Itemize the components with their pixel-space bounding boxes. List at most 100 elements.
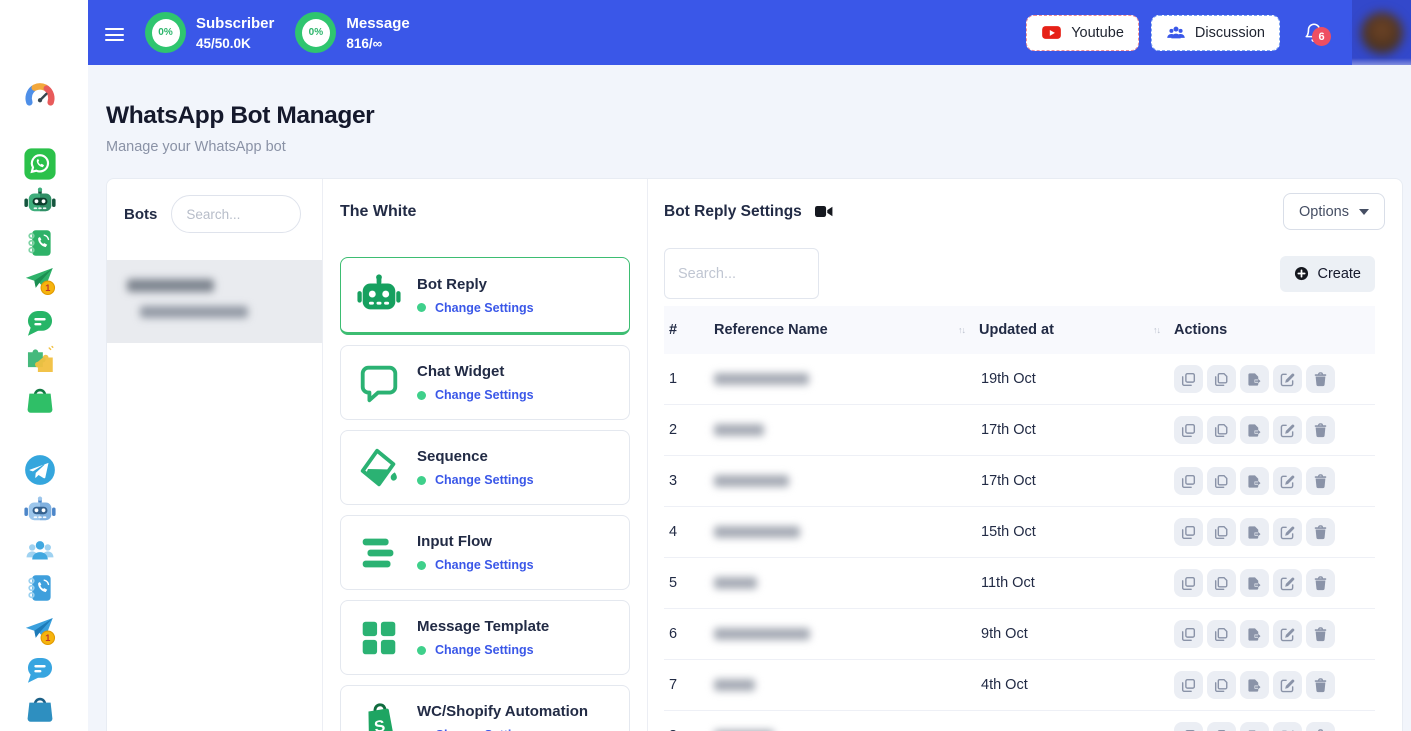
bot-list-item-selected[interactable] [107, 260, 322, 343]
change-settings-link[interactable]: Change Settings [435, 643, 534, 657]
export-icon [1247, 525, 1262, 540]
subscriber-value: 45/50.0K [196, 36, 274, 51]
video-camera-icon[interactable] [815, 204, 834, 219]
duplicate-button[interactable] [1207, 518, 1236, 546]
export-button[interactable] [1240, 467, 1269, 495]
edit-button[interactable] [1273, 467, 1302, 495]
setting-card-input-flow[interactable]: Input Flow Change Settings [340, 515, 630, 590]
export-button[interactable] [1240, 518, 1269, 546]
duplicate-button[interactable] [1207, 722, 1236, 731]
row-number: 6 [669, 626, 714, 642]
edit-button[interactable] [1273, 569, 1302, 597]
duplicate-icon [1214, 372, 1229, 387]
setting-card-sequence[interactable]: Sequence Change Settings [340, 430, 630, 505]
edit-button[interactable] [1273, 416, 1302, 444]
whatsapp-broadcast-icon[interactable]: 1 [23, 263, 57, 297]
plus-circle-icon [1294, 266, 1309, 281]
whatsapp-chat-icon[interactable] [23, 306, 57, 340]
copy-button[interactable] [1174, 620, 1203, 648]
sort-icon: ↑↓ [958, 325, 965, 335]
export-button[interactable] [1240, 671, 1269, 699]
message-stat: 0% Message 816/∞ [295, 12, 409, 53]
message-label: Message [346, 15, 409, 32]
copy-button[interactable] [1174, 467, 1203, 495]
setting-card-message-template[interactable]: Message Template Change Settings [340, 600, 630, 675]
options-button[interactable]: Options [1283, 193, 1385, 230]
export-button[interactable] [1240, 569, 1269, 597]
col-actions: Actions [1174, 322, 1375, 338]
updated-at: 17th Oct [979, 473, 1174, 489]
setting-card-shopify[interactable]: S WC/Shopify Automation Change Settings [340, 685, 630, 731]
telegram-bot-icon[interactable] [23, 494, 57, 528]
delete-button[interactable] [1306, 518, 1335, 546]
copy-button[interactable] [1174, 671, 1203, 699]
col-reference-name[interactable]: Reference Name↑↓ [714, 322, 979, 338]
copy-button[interactable] [1174, 518, 1203, 546]
change-settings-link[interactable]: Change Settings [435, 301, 534, 315]
edit-button[interactable] [1273, 671, 1302, 699]
duplicate-button[interactable] [1207, 671, 1236, 699]
whatsapp-bot-icon[interactable] [23, 185, 57, 219]
export-button[interactable] [1240, 416, 1269, 444]
copy-button[interactable] [1174, 365, 1203, 393]
whatsapp-contacts-icon[interactable] [23, 226, 57, 260]
copy-button[interactable] [1174, 416, 1203, 444]
youtube-button[interactable]: Youtube [1026, 15, 1139, 51]
discussion-button[interactable]: Discussion [1151, 15, 1280, 51]
reference-name-redacted [714, 475, 789, 487]
telegram-groups-icon[interactable] [23, 534, 57, 568]
delete-button[interactable] [1306, 569, 1335, 597]
col-updated-at[interactable]: Updated at↑↓ [979, 322, 1174, 338]
duplicate-button[interactable] [1207, 620, 1236, 648]
setting-card-bot-reply[interactable]: Bot Reply Change Settings [340, 257, 630, 335]
edit-button[interactable] [1273, 722, 1302, 731]
reply-search-input[interactable] [664, 248, 819, 299]
updated-at: 19th Oct [979, 371, 1174, 387]
edit-button[interactable] [1273, 518, 1302, 546]
message-value: 816/∞ [346, 36, 409, 51]
export-icon [1247, 576, 1262, 591]
change-settings-link[interactable]: Change Settings [435, 473, 534, 487]
telegram-broadcast-icon[interactable]: 1 [23, 613, 57, 647]
edit-button[interactable] [1273, 620, 1302, 648]
duplicate-button[interactable] [1207, 365, 1236, 393]
copy-button[interactable] [1174, 722, 1203, 731]
change-settings-link[interactable]: Change Settings [435, 388, 534, 402]
duplicate-button[interactable] [1207, 467, 1236, 495]
integrations-icon[interactable] [23, 343, 57, 377]
delete-button[interactable] [1306, 620, 1335, 648]
telegram-icon[interactable] [23, 453, 57, 487]
telegram-chat-icon[interactable] [23, 653, 57, 687]
edit-button[interactable] [1273, 365, 1302, 393]
whatsapp-store-icon[interactable] [23, 383, 57, 417]
bots-search-input[interactable] [171, 195, 301, 233]
delete-button[interactable] [1306, 671, 1335, 699]
duplicate-button[interactable] [1207, 569, 1236, 597]
delete-button[interactable] [1306, 722, 1335, 731]
copy-button[interactable] [1174, 569, 1203, 597]
menu-toggle-icon[interactable] [105, 25, 124, 45]
table-header-row: # Reference Name↑↓ Updated at↑↓ Actions [664, 306, 1375, 354]
dashboard-gauge-icon[interactable] [23, 79, 57, 113]
telegram-contacts-icon[interactable] [23, 571, 57, 605]
main-content: WhatsApp Bot Manager Manage your WhatsAp… [88, 65, 1411, 731]
duplicate-icon [1214, 678, 1229, 693]
export-button[interactable] [1240, 620, 1269, 648]
user-menu[interactable] [1352, 0, 1411, 65]
whatsapp-icon[interactable] [23, 147, 57, 181]
setting-card-chat-widget[interactable]: Chat Widget Change Settings [340, 345, 630, 420]
export-button[interactable] [1240, 722, 1269, 731]
export-button[interactable] [1240, 365, 1269, 393]
row-number: 2 [669, 422, 714, 438]
telegram-store-icon[interactable] [23, 692, 57, 726]
svg-text:1: 1 [45, 283, 50, 293]
delete-button[interactable] [1306, 365, 1335, 393]
change-settings-link[interactable]: Change Settings [435, 558, 534, 572]
delete-button[interactable] [1306, 467, 1335, 495]
duplicate-button[interactable] [1207, 416, 1236, 444]
delete-button[interactable] [1306, 416, 1335, 444]
chat-widget-icon [356, 360, 402, 406]
create-button[interactable]: Create [1280, 256, 1375, 292]
notifications-bell[interactable]: 6 [1303, 21, 1325, 44]
bots-panel: Bots [107, 179, 323, 731]
